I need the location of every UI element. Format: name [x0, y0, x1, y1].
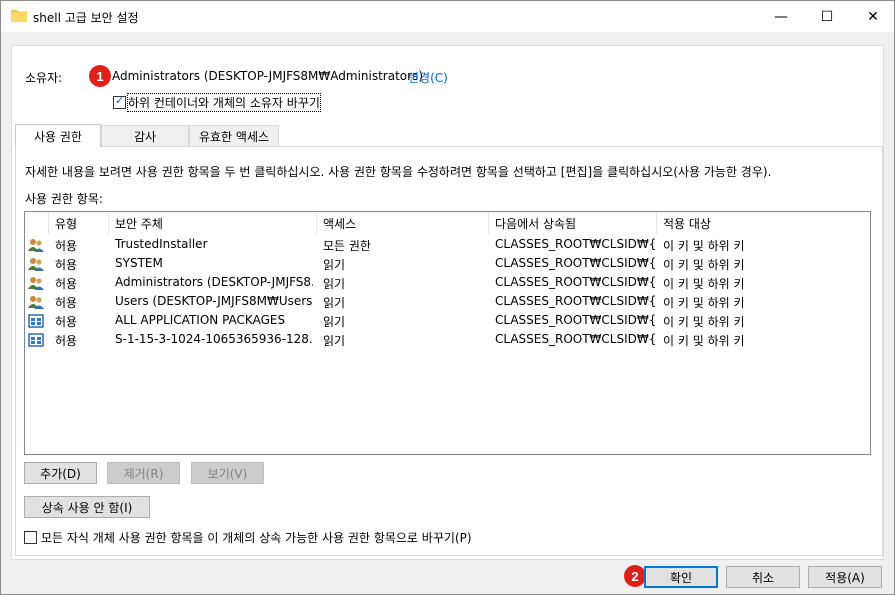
row-applies-to: 이 키 및 하위 키: [663, 258, 745, 272]
permissions-description: 자세한 내용을 보려면 사용 권한 항목을 두 번 클릭하십시오. 사용 권한 …: [25, 165, 772, 179]
row-applies-to: 이 키 및 하위 키: [663, 315, 745, 329]
tab-permissions[interactable]: 사용 권한: [15, 124, 101, 147]
step-badge-1: 1: [89, 65, 111, 87]
maximize-icon: ☐: [820, 8, 834, 25]
row-access: 읽기: [323, 277, 346, 291]
advanced-security-dialog: shell 고급 보안 설정 — ☐ ✕ 소유자: 1 Administrato…: [0, 0, 895, 595]
users-icon: [28, 296, 44, 309]
row-inherited-from: CLASSES_ROOT₩CLSID₩{2...: [495, 294, 655, 308]
row-principal: Users (DESKTOP-JMJFS8M₩Users): [115, 294, 313, 308]
row-principal: ALL APPLICATION PACKAGES: [115, 313, 286, 327]
row-type: 허용: [55, 258, 78, 272]
close-button[interactable]: ✕: [850, 1, 895, 32]
package-icon: [28, 314, 44, 328]
header-principal[interactable]: 보안 주체: [109, 212, 317, 234]
owner-label: 소유자:: [25, 71, 63, 85]
header-icon-column[interactable]: [25, 212, 49, 234]
permission-entries-list[interactable]: 유형 보안 주체 액세스 다음에서 상속됨 적용 대상 허용 TrustedIn…: [24, 211, 871, 455]
owner-value: Administrators (DESKTOP-JMJFS8M₩Administ…: [112, 69, 424, 83]
row-access: 읽기: [323, 315, 346, 329]
table-row[interactable]: 허용 TrustedInstaller 모든 권한 CLASSES_ROOT₩C…: [25, 236, 870, 254]
title-bar[interactable]: shell 고급 보안 설정 — ☐ ✕: [1, 1, 894, 32]
replace-owner-checkbox[interactable]: [113, 94, 126, 109]
header-applies-to[interactable]: 적용 대상: [657, 212, 870, 234]
table-row[interactable]: 허용 Users (DESKTOP-JMJFS8M₩Users) 읽기 CLAS…: [25, 293, 870, 311]
row-type: 허용: [55, 315, 78, 329]
apply-button[interactable]: 적용(A): [808, 566, 882, 588]
header-type[interactable]: 유형: [49, 212, 109, 234]
remove-button[interactable]: 제거(R): [107, 462, 180, 484]
row-type: 허용: [55, 239, 78, 253]
row-applies-to: 이 키 및 하위 키: [663, 277, 745, 291]
row-type: 허용: [55, 296, 78, 310]
row-principal: Administrators (DESKTOP-JMJFS8...: [115, 275, 313, 289]
row-principal: S-1-15-3-1024-1065365936-128...: [115, 332, 313, 346]
table-row[interactable]: 허용 ALL APPLICATION PACKAGES 읽기 CLASSES_R…: [25, 312, 870, 330]
row-inherited-from: CLASSES_ROOT₩CLSID₩{2...: [495, 237, 655, 251]
permission-entries-label: 사용 권한 항목:: [25, 192, 103, 206]
row-access: 읽기: [323, 296, 346, 310]
row-principal: TrustedInstaller: [115, 237, 208, 251]
table-row[interactable]: 허용 SYSTEM 읽기 CLASSES_ROOT₩CLSID₩{2... 이 …: [25, 255, 870, 273]
disable-inheritance-button[interactable]: 상속 사용 안 함(I): [24, 496, 150, 518]
replace-owner-label[interactable]: 하위 컨테이너와 개체의 소유자 바꾸기: [127, 93, 321, 112]
row-principal: SYSTEM: [115, 256, 163, 270]
table-row[interactable]: 허용 Administrators (DESKTOP-JMJFS8... 읽기 …: [25, 274, 870, 292]
minimize-icon: —: [774, 8, 788, 25]
row-type: 허용: [55, 277, 78, 291]
row-inherited-from: CLASSES_ROOT₩CLSID₩{2...: [495, 332, 655, 346]
window-title: shell 고급 보안 설정: [33, 11, 139, 25]
owner-change-link[interactable]: 변경(C): [408, 69, 448, 86]
ok-button[interactable]: 확인: [644, 566, 718, 588]
minimize-button[interactable]: —: [758, 1, 804, 32]
row-access: 모든 권한: [323, 239, 371, 253]
folder-icon: [11, 10, 27, 22]
row-inherited-from: CLASSES_ROOT₩CLSID₩{2...: [495, 256, 655, 270]
users-icon: [28, 277, 44, 290]
row-applies-to: 이 키 및 하위 키: [663, 296, 745, 310]
tab-effective-access[interactable]: 유효한 액세스: [189, 125, 279, 146]
replace-child-permissions-checkbox[interactable]: [24, 531, 37, 544]
row-applies-to: 이 키 및 하위 키: [663, 239, 745, 253]
tab-auditing[interactable]: 감사: [101, 125, 189, 146]
maximize-button[interactable]: ☐: [804, 1, 850, 32]
replace-child-permissions-label[interactable]: 모든 자식 개체 사용 권한 항목을 이 개체의 상속 가능한 사용 권한 항목…: [41, 529, 472, 546]
package-icon: [28, 333, 44, 347]
list-header: 유형 보안 주체 액세스 다음에서 상속됨 적용 대상: [25, 212, 870, 234]
cancel-button[interactable]: 취소: [726, 566, 800, 588]
add-button[interactable]: 추가(D): [24, 462, 97, 484]
row-access: 읽기: [323, 258, 346, 272]
header-inherited-from[interactable]: 다음에서 상속됨: [489, 212, 657, 234]
users-icon: [28, 258, 44, 271]
table-row[interactable]: 허용 S-1-15-3-1024-1065365936-128... 읽기 CL…: [25, 331, 870, 349]
users-icon: [28, 239, 44, 252]
close-icon: ✕: [867, 8, 879, 25]
row-access: 읽기: [323, 334, 346, 348]
row-applies-to: 이 키 및 하위 키: [663, 334, 745, 348]
row-inherited-from: CLASSES_ROOT₩CLSID₩{2...: [495, 313, 655, 327]
row-type: 허용: [55, 334, 78, 348]
header-access[interactable]: 액세스: [317, 212, 489, 234]
row-inherited-from: CLASSES_ROOT₩CLSID₩{2...: [495, 275, 655, 289]
view-button[interactable]: 보기(V): [191, 462, 264, 484]
step-badge-2: 2: [624, 565, 646, 587]
